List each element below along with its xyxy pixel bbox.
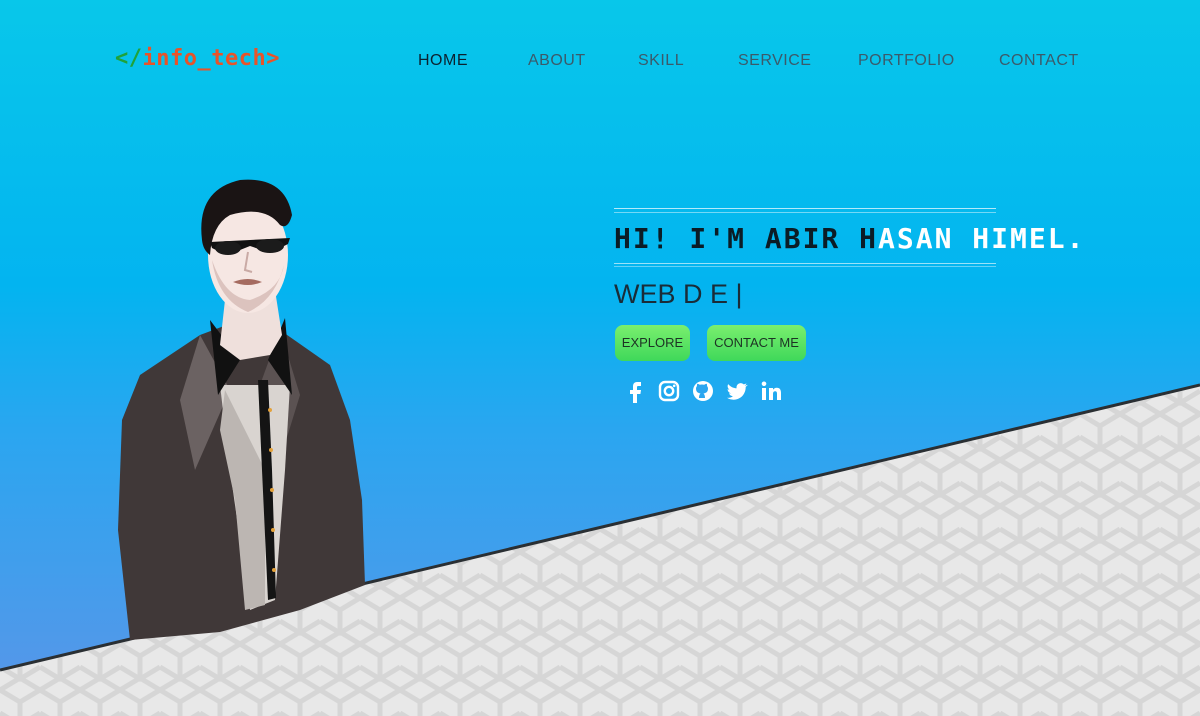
divider-line bbox=[614, 263, 996, 264]
divider-line bbox=[614, 208, 996, 209]
intro-block: HI! I'M ABIR HASAN HIMEL. WEB D E | bbox=[614, 208, 1083, 310]
typed-role-text: WEB D E | bbox=[614, 279, 743, 309]
logo-name: info_tech bbox=[142, 46, 267, 71]
instagram-icon[interactable] bbox=[656, 378, 682, 404]
explore-button[interactable]: EXPLORE bbox=[615, 325, 690, 361]
facebook-icon[interactable] bbox=[622, 378, 648, 404]
linkedin-icon[interactable] bbox=[758, 378, 784, 404]
nav-item-skill[interactable]: SKILL bbox=[638, 52, 684, 70]
contact-me-button[interactable]: CONTACT ME bbox=[707, 325, 806, 361]
headline-remaining-part: ASAN HIMEL. bbox=[878, 222, 1086, 255]
nav-item-about[interactable]: ABOUT bbox=[528, 52, 586, 70]
site-logo[interactable]: </info_tech> bbox=[115, 46, 280, 71]
github-icon[interactable] bbox=[690, 378, 716, 404]
nav-item-home[interactable]: HOME bbox=[418, 52, 468, 70]
logo-open-tag: </ bbox=[115, 46, 143, 71]
hero-headline: HI! I'M ABIR HASAN HIMEL. bbox=[614, 222, 1083, 255]
divider-line bbox=[614, 212, 996, 213]
main-nav: HOME ABOUT SKILL SERVICE PORTFOLIO CONTA… bbox=[395, 52, 1095, 76]
logo-close-tag: > bbox=[266, 46, 280, 71]
nav-item-contact[interactable]: CONTACT bbox=[999, 52, 1079, 70]
headline-typed-part: HI! I'M ABIR H bbox=[614, 222, 879, 255]
nav-item-portfolio[interactable]: PORTFOLIO bbox=[858, 52, 955, 70]
divider-line bbox=[614, 266, 996, 267]
hero-section: </info_tech> HOME ABOUT SKILL SERVICE PO… bbox=[0, 0, 1200, 716]
avatar-illustration bbox=[118, 179, 365, 640]
twitter-icon[interactable] bbox=[724, 378, 750, 404]
nav-item-service[interactable]: SERVICE bbox=[738, 52, 811, 70]
